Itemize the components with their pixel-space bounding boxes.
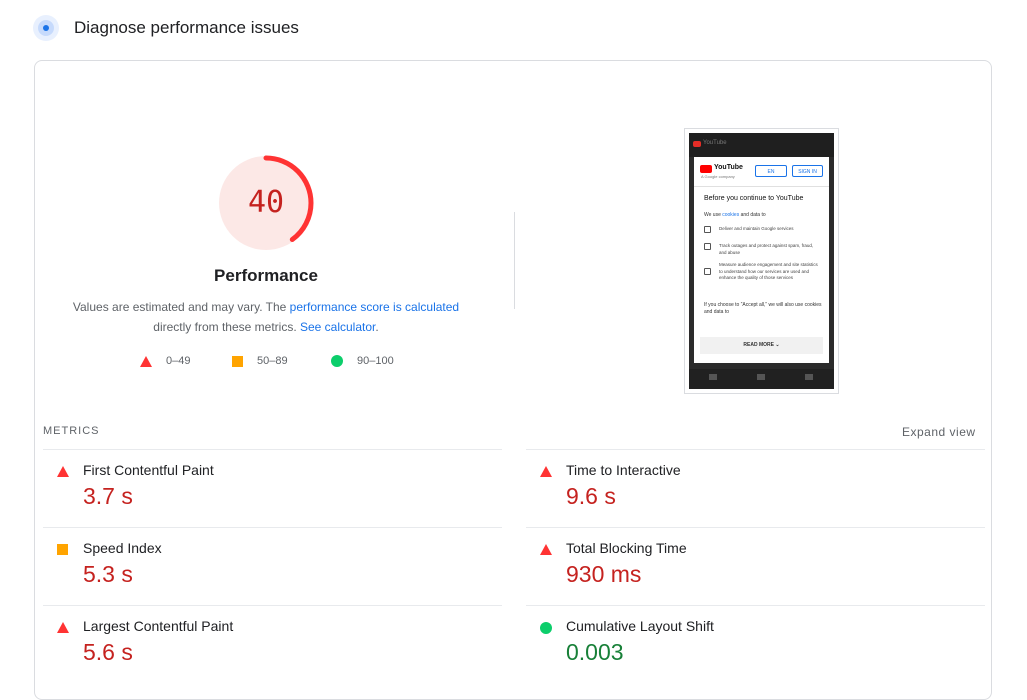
red-triangle-icon — [57, 466, 69, 477]
vertical-divider — [514, 212, 515, 309]
section-title: Diagnose performance issues — [74, 18, 299, 37]
read-more-label: READ MORE — [743, 342, 774, 348]
metric-value: 9.6 s — [566, 483, 616, 509]
metric-value: 5.6 s — [83, 639, 133, 665]
dialog-item: Measure audience engagement and site sta… — [719, 262, 818, 280]
cookies-link: cookies — [722, 212, 740, 218]
final-screenshot[interactable]: YouTube YouTube A Google company EN SIGN… — [684, 128, 839, 394]
screenshot-bottom-nav — [689, 369, 834, 389]
green-circle-icon — [331, 355, 343, 367]
metric-first-contentful-paint: First Contentful Paint 3.7 s — [43, 449, 502, 527]
metric-speed-index: Speed Index 5.3 s — [43, 527, 502, 605]
metric-value: 930 ms — [566, 561, 642, 587]
read-more-button: READ MORE ⌄ — [700, 337, 823, 354]
desc-text-2: directly from these metrics. — [153, 320, 300, 334]
dialog-item: Deliver and maintain Google services — [719, 226, 794, 231]
section-header: Diagnose performance issues — [33, 14, 299, 42]
metric-label: Speed Index — [83, 540, 162, 556]
score-calculated-link[interactable]: performance score is calculated — [290, 300, 459, 314]
performance-description: Values are estimated and may vary. The p… — [62, 297, 470, 337]
metric-cumulative-layout-shift: Cumulative Layout Shift 0.003 — [526, 605, 985, 679]
metric-label: Total Blocking Time — [566, 540, 687, 556]
see-calculator-link[interactable]: See calculator — [300, 320, 375, 334]
home-icon — [709, 374, 717, 380]
metric-label: Time to Interactive — [566, 462, 681, 478]
red-triangle-icon — [140, 355, 152, 367]
screenshot-top-bar: YouTube — [689, 133, 834, 157]
performance-title: Performance — [214, 266, 318, 285]
library-icon — [805, 374, 813, 380]
expand-view-toggle[interactable]: Expand view — [902, 425, 976, 439]
metric-value: 3.7 s — [83, 483, 133, 509]
bar-chart-icon — [704, 268, 711, 275]
dialog-item: Track outages and protect against spam, … — [719, 243, 814, 255]
orange-square-icon — [232, 355, 243, 367]
red-triangle-icon — [540, 466, 552, 477]
metric-value: 5.3 s — [83, 561, 133, 587]
performance-gauge: 40 — [217, 154, 315, 252]
consent-dialog: YouTube A Google company EN SIGN IN Befo… — [694, 157, 829, 363]
language-button: EN — [755, 165, 787, 177]
metric-label: Cumulative Layout Shift — [566, 618, 714, 634]
screenshot-viewport: YouTube YouTube A Google company EN SIGN… — [689, 133, 834, 389]
legend-good-range: 90–100 — [357, 355, 394, 367]
metric-total-blocking-time: Total Blocking Time 930 ms — [526, 527, 985, 605]
warning-icon — [704, 243, 711, 250]
desc-text-end: . — [375, 320, 379, 334]
performance-score: 40 — [247, 185, 285, 220]
dialog-accept-text: If you choose to “Accept all,” we will a… — [704, 302, 822, 315]
shield-icon — [704, 226, 711, 233]
dialog-intro: We use cookies and data to — [704, 212, 822, 219]
dialog-brand: YouTube — [714, 164, 743, 171]
youtube-logo-icon — [700, 165, 712, 173]
metric-label: Largest Contentful Paint — [83, 618, 234, 634]
metrics-heading: METRICS — [43, 425, 100, 437]
orange-square-icon — [57, 544, 68, 555]
legend-average-range: 50–89 — [257, 355, 288, 367]
legend-average: 50–89 — [232, 355, 288, 367]
intro-text-end: and data to — [739, 212, 766, 218]
legend-poor-range: 0–49 — [166, 355, 191, 367]
screenshot-logo-text: YouTube — [703, 140, 727, 146]
dialog-title: Before you continue to YouTube — [704, 195, 804, 202]
lighthouse-icon — [33, 15, 59, 41]
metric-time-to-interactive: Time to Interactive 9.6 s — [526, 449, 985, 527]
youtube-logo-icon — [693, 141, 701, 147]
red-triangle-icon — [540, 544, 552, 555]
explore-icon — [757, 374, 765, 380]
legend-good: 90–100 — [331, 355, 394, 367]
green-circle-icon — [540, 622, 552, 634]
metric-label: First Contentful Paint — [83, 462, 214, 478]
dialog-divider — [694, 186, 829, 187]
desc-text-1: Values are estimated and may vary. The — [72, 300, 290, 314]
dialog-brand-sub: A Google company — [701, 174, 735, 179]
intro-text: We use — [704, 212, 723, 218]
metric-value: 0.003 — [566, 639, 624, 665]
legend-poor: 0–49 — [140, 355, 190, 367]
metric-largest-contentful-paint: Largest Contentful Paint 5.6 s — [43, 605, 502, 679]
red-triangle-icon — [57, 622, 69, 633]
sign-in-button: SIGN IN — [792, 165, 823, 177]
